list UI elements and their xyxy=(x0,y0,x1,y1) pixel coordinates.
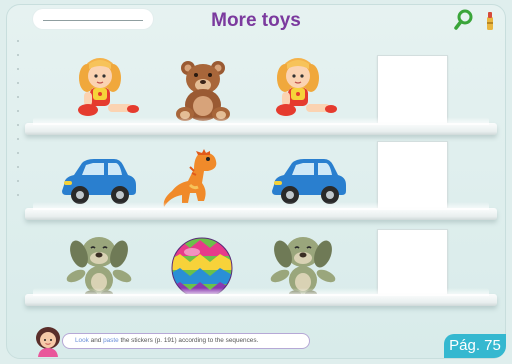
instruction-keyword: Look xyxy=(75,337,89,344)
side-margin-marks xyxy=(17,40,19,200)
doll-toy xyxy=(78,58,139,116)
sticker-answer-box[interactable] xyxy=(377,55,448,126)
instruction-text: Look and paste the stickers (p. 191) acc… xyxy=(62,333,310,349)
shelf xyxy=(25,117,497,135)
doll-toy xyxy=(276,58,337,116)
car-toy xyxy=(62,159,136,204)
search-icon[interactable] xyxy=(454,9,474,31)
shelf xyxy=(25,202,497,220)
teddy-bear-toy xyxy=(176,61,230,121)
instruction-keyword: paste xyxy=(103,337,119,344)
shelf xyxy=(25,288,497,306)
activity-page: More toys Look and paste the stickers (p… xyxy=(0,0,512,364)
page-title: More toys xyxy=(211,10,301,31)
page-number-badge: Pág. 75 xyxy=(444,334,506,358)
audio-icon[interactable] xyxy=(484,10,496,32)
instruction-connector: and xyxy=(88,337,104,344)
car-toy xyxy=(272,159,346,204)
girl-avatar xyxy=(36,327,60,357)
instruction-body: the stickers (p. 191) according to the s… xyxy=(118,337,259,344)
